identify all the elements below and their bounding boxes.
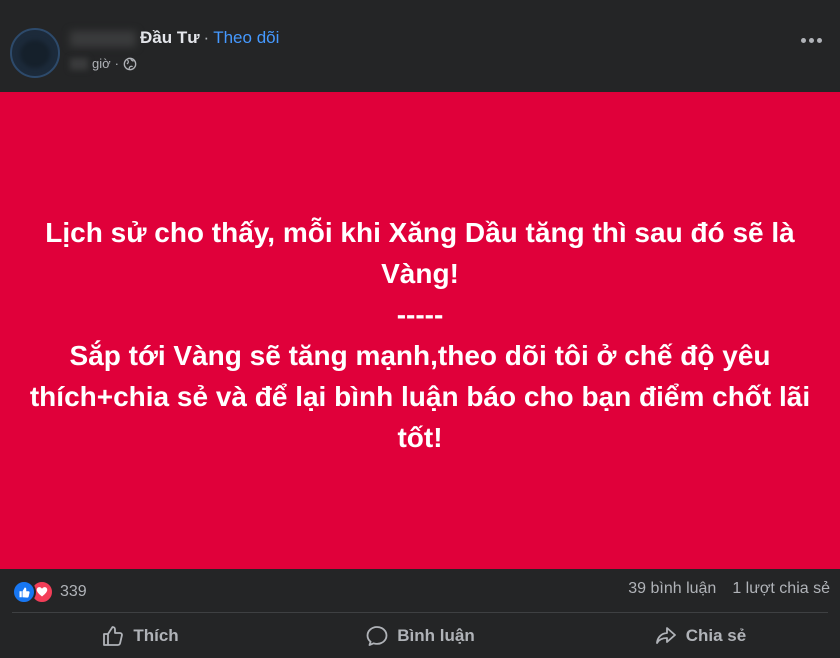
comment-icon [366,626,388,646]
more-options-icon[interactable] [801,38,822,43]
globe-icon [123,57,137,70]
like-reaction-icon [12,580,36,604]
comment-button[interactable]: Bình luận [280,614,560,658]
comment-count[interactable]: 39 bình luận [628,580,716,598]
action-bar: Thích Bình luận Chia sẻ [0,614,840,658]
author-avatar[interactable] [10,28,60,78]
share-button[interactable]: Chia sẻ [560,614,840,658]
engagement-summary: 39 bình luận 1 lượt chia sẻ [628,580,830,598]
like-label: Thích [133,626,179,645]
post-banner: Lịch sử cho thấy, mỗi khi Xăng Dầu tăng … [0,92,840,569]
like-button[interactable]: Thích [0,614,280,658]
author-row: Đầu Tư · Theo dõi [70,28,279,48]
post-stats: 339 39 bình luận 1 lượt chia sẻ [0,570,840,610]
thumbs-up-icon [103,626,124,646]
reaction-count: 339 [60,583,87,600]
banner-line-1: Lịch sử cho thấy, mỗi khi Xăng Dầu tăng … [45,217,795,289]
share-count[interactable]: 1 lượt chia sẻ [732,580,830,598]
post-time[interactable]: giờ [92,56,111,71]
author-name[interactable]: Đầu Tư [140,28,200,47]
post-header: Đầu Tư · Theo dõi giờ · [0,0,840,92]
share-icon [655,627,676,644]
banner-text: Lịch sử cho thấy, mỗi khi Xăng Dầu tăng … [20,212,820,458]
meta-separator: · [114,56,119,71]
blurred-time [70,57,88,70]
banner-line-2: Sắp tới Vàng sẽ tăng mạnh,theo dõi tôi ở… [29,340,811,453]
banner-separator: ----- [396,299,444,330]
separator-dot: · [203,28,210,47]
post-meta: giờ · [70,56,137,71]
blurred-name [70,30,136,47]
reactions[interactable]: 339 [12,580,87,604]
follow-link[interactable]: Theo dõi [213,28,279,47]
comment-label: Bình luận [397,626,475,645]
divider [12,612,828,613]
share-label: Chia sẻ [685,626,747,645]
